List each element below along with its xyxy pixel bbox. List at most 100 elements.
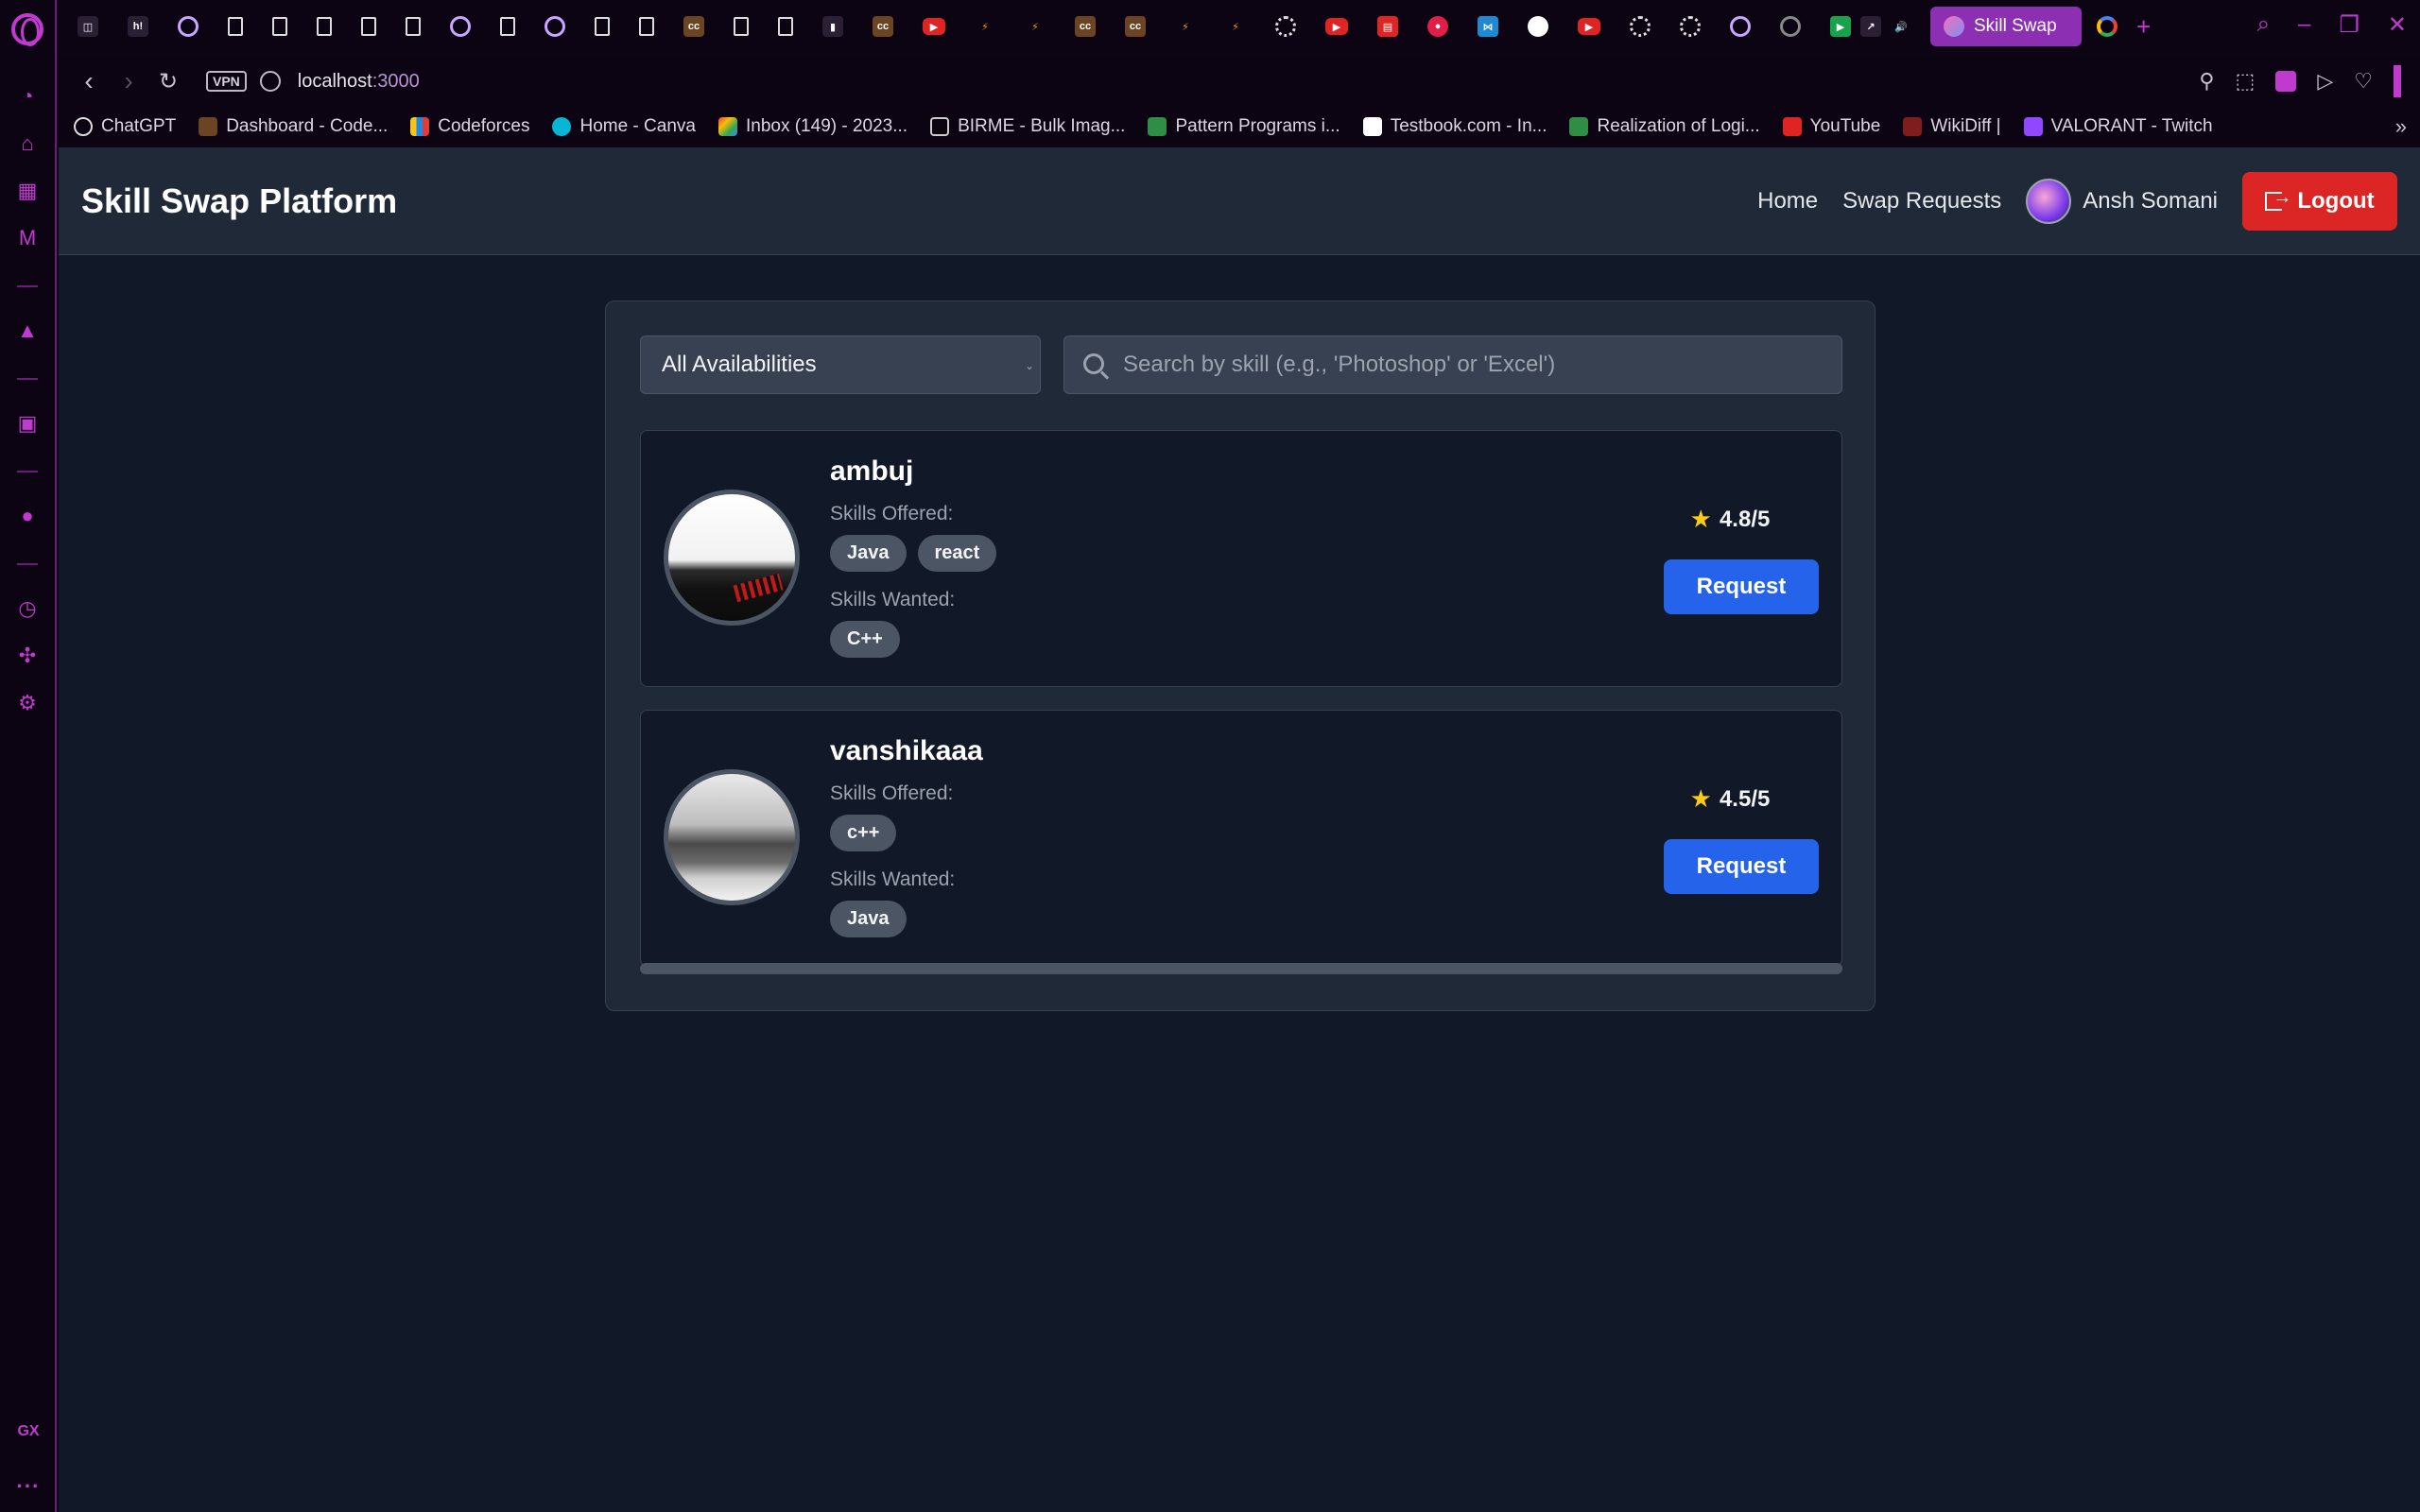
bookmark-item[interactable]: Codeforces [410,116,529,137]
tab-search-icon[interactable]: ⌕ [2257,11,2270,39]
tab-youtube-icon[interactable]: ▶ [1578,18,1600,35]
tab-openai-icon[interactable] [1630,16,1651,37]
adblock-shield-icon[interactable] [2275,71,2297,92]
speed-dial-icon[interactable]: ◔ [14,83,41,110]
reload-icon[interactable]: ↻ [159,68,178,95]
bookmark-item[interactable]: ChatGPT [74,116,176,137]
tab-document-icon[interactable] [228,17,243,36]
bookmark-item[interactable]: Pattern Programs i... [1148,116,1340,137]
bookmark-item[interactable]: WikiDiff | [1903,116,2001,137]
new-tab-plus-icon[interactable]: + [2136,12,2151,42]
tab-youtube-icon[interactable]: ▶ [1325,18,1348,35]
tab-meet-icon[interactable]: ▶ [1830,16,1851,37]
snapshot-icon[interactable]: ⬚ [2236,69,2256,94]
tab-external-icon[interactable]: ↗ [1860,16,1881,37]
request-button[interactable]: Request [1664,839,1819,894]
tab-controller-icon[interactable]: ◫ [78,16,98,37]
tab-hackerrank-icon[interactable]: h! [128,16,148,37]
tab-document-icon[interactable] [595,17,610,36]
logout-button[interactable]: Logout [2242,171,2397,231]
vpn-badge[interactable]: VPN [206,71,247,92]
tab-document-icon[interactable] [734,17,749,36]
heart-icon[interactable]: ♡ [2354,69,2373,94]
sidebar-toggle-icon[interactable] [2394,65,2401,97]
back-icon[interactable]: ‹ [79,66,98,96]
bookmark-item[interactable]: Testbook.com - In... [1362,116,1547,137]
tab-codechef-icon[interactable]: cc [1075,16,1096,37]
tab-spark-icon[interactable]: ⚡ [1025,16,1046,37]
tab-openai-icon[interactable] [1275,16,1296,37]
opera-gx-logo-icon[interactable] [11,13,43,46]
forward-icon[interactable]: › [119,66,138,96]
avatar[interactable] [2026,178,2072,224]
availability-select[interactable]: All Availabilities ⌄ [640,335,1041,394]
skill-search-input[interactable]: Search by skill (e.g., 'Photoshop' or 'E… [1063,335,1842,394]
tab-ring-icon[interactable] [1780,16,1801,37]
tab-badge-icon[interactable]: ● [1427,16,1448,37]
tab-audio-icon[interactable]: 🔊 [1891,16,1911,37]
tab-document-icon[interactable] [361,17,376,36]
sidebar-divider [17,471,38,472]
tab-github-icon[interactable] [1528,16,1548,37]
twitch-icon[interactable]: ▣ [14,410,41,437]
tab-spark-icon[interactable]: ⚡ [1175,16,1196,37]
tab-globe-icon[interactable] [544,16,565,37]
tab-openai-icon[interactable] [1680,16,1701,37]
site-info-globe-icon[interactable] [259,71,281,92]
nav-swap-requests-link[interactable]: Swap Requests [1842,188,2001,215]
tab-globe-icon[interactable] [178,16,199,37]
tab-app-icon[interactable]: ▤ [1377,16,1398,37]
tab-document-icon[interactable] [639,17,654,36]
send-icon[interactable]: ▷ [2317,69,2333,94]
bookmark-item[interactable]: Dashboard - Code... [199,116,388,137]
gx-corner-icon[interactable]: ▦ [14,178,41,204]
settings-gear-icon[interactable]: ⚙ [14,690,41,716]
gx-mods-icon[interactable]: M [14,225,41,251]
user-card-name: vanshikaaa [830,735,983,766]
tab-document-icon[interactable] [272,17,287,36]
tab-document-icon[interactable] [778,17,793,36]
tab-spark-icon[interactable]: ⚡ [1225,16,1246,37]
tab-document-icon[interactable] [317,17,332,36]
bookmark-item[interactable]: Realization of Logi... [1569,116,1760,137]
spotify-icon[interactable]: ● [14,503,41,529]
pin-icon[interactable]: ⚲ [2199,69,2214,94]
request-button[interactable]: Request [1664,559,1819,614]
minimize-icon[interactable]: – [2298,11,2310,39]
tab-globe-icon[interactable] [450,16,471,37]
bookmarks-overflow-icon[interactable]: » [2395,114,2407,139]
extensions-icon[interactable]: ✣ [14,643,41,669]
tab-google-icon[interactable] [2097,16,2118,37]
nav-home-link[interactable]: Home [1757,188,1818,215]
bookmark-item[interactable]: YouTube [1782,116,1880,137]
tab-vscode-icon[interactable]: ⋈ [1478,16,1498,37]
close-icon[interactable]: ✕ [2388,11,2407,39]
sidebar-divider [17,563,38,565]
tab-document-icon[interactable] [500,17,515,36]
bookmarks-bar: ChatGPT Dashboard - Code... Codeforces H… [59,108,2420,146]
tab-codechef-icon[interactable]: cc [873,16,893,37]
history-icon[interactable]: ◷ [14,595,41,622]
horizontal-scrollbar[interactable] [640,963,1842,974]
bookmark-item[interactable]: BIRME - Bulk Imag... [930,116,1125,137]
restore-icon[interactable]: ❐ [2339,11,2360,39]
bookmark-item[interactable]: Inbox (149) - 2023... [717,116,908,137]
tab-globe-icon[interactable] [1730,16,1751,37]
tab-codechef-icon[interactable]: cc [1125,16,1146,37]
tab-youtube-icon[interactable]: ▶ [923,18,945,35]
tab-codechef-icon[interactable]: cc [683,16,704,37]
tab-skill-swap-active[interactable]: Skill Swap [1930,7,2082,46]
tab-document-icon[interactable] [406,17,421,36]
brand-title[interactable]: Skill Swap Platform [81,181,397,221]
current-user-name[interactable]: Ansh Somani [2083,188,2218,215]
gmail-icon [717,117,737,136]
bookmark-item[interactable]: Home - Canva [552,116,696,137]
bookmark-item[interactable]: VALORANT - Twitch [2023,116,2213,137]
skill-tag: Java [830,535,907,572]
more-icon[interactable]: ··· [0,1474,57,1499]
tab-chart-icon[interactable]: ▮ [822,16,843,37]
aria-icon[interactable]: ▲ [14,318,41,344]
tab-spark-icon[interactable]: ⚡ [975,16,995,37]
gx-control-icon[interactable]: ⌂ [14,130,41,157]
url-field[interactable]: localhost:3000 [298,71,420,93]
